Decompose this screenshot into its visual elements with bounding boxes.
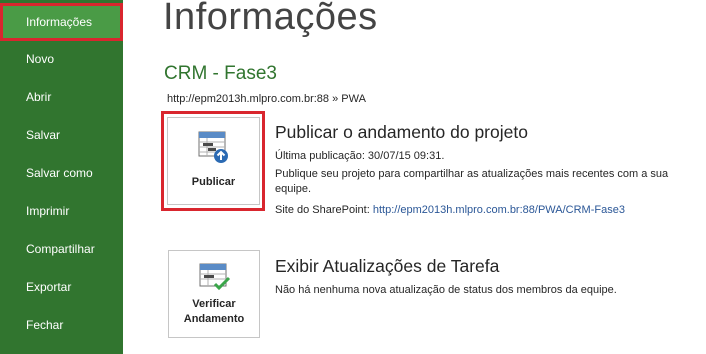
verify-progress-button[interactable]: Verificar Andamento (168, 250, 260, 338)
sharepoint-site-row: Site do SharePoint: http://epm2013h.mlpr… (275, 203, 625, 218)
nav-item-compartilhar[interactable]: Compartilhar (0, 230, 123, 268)
sharepoint-site-label: Site do SharePoint: (275, 204, 370, 216)
check-progress-icon (199, 263, 231, 296)
nav-item-novo[interactable]: Novo (0, 40, 123, 78)
sharepoint-site-link[interactable]: http://epm2013h.mlpro.com.br:88/PWA/CRM-… (373, 204, 625, 216)
project-name: CRM - Fase3 (164, 63, 277, 84)
nav-item-imprimir[interactable]: Imprimir (0, 192, 123, 230)
page-title: Informações (163, 0, 378, 38)
verify-progress-label-line1: Verificar (192, 298, 236, 310)
publish-section-title: Publicar o andamento do projeto (275, 122, 528, 142)
publish-button[interactable]: Publicar (167, 117, 260, 205)
verify-progress-label: Verificar Andamento (169, 297, 259, 327)
last-publish-text: Última publicação: 30/07/15 09:31. (275, 150, 445, 162)
publish-button-label: Publicar (191, 176, 236, 188)
verify-progress-label-line2: Andamento (183, 313, 245, 325)
publish-description: Publique seu projeto para compartilhar a… (275, 168, 669, 195)
nav-item-salvar[interactable]: Salvar (0, 116, 123, 154)
nav-item-exportar[interactable]: Exportar (0, 268, 123, 306)
updates-description: Não há nenhuma nova atualização de statu… (275, 284, 617, 296)
nav-item-fechar[interactable]: Fechar (0, 306, 123, 344)
backstage-sidebar: Informações Novo Abrir Salvar Salvar com… (0, 0, 123, 354)
updates-section-title: Exibir Atualizações de Tarefa (275, 256, 500, 276)
nav-item-salvar-como[interactable]: Salvar como (0, 154, 123, 192)
project-url: http://epm2013h.mlpro.com.br:88 » PWA (167, 93, 366, 105)
nav-item-informacoes[interactable]: Informações (0, 3, 123, 41)
publish-schedule-icon (198, 131, 230, 168)
nav-item-abrir[interactable]: Abrir (0, 78, 123, 116)
